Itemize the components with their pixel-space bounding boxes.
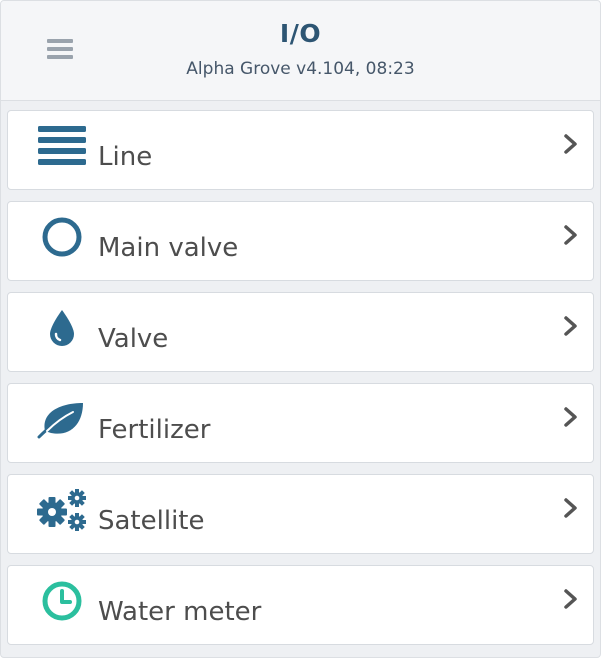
- item-label: Fertilizer: [98, 415, 211, 445]
- gears-icon: [36, 489, 88, 531]
- list-item-fertilizer[interactable]: Fertilizer: [7, 383, 594, 463]
- list-item-valve[interactable]: Valve: [7, 292, 594, 372]
- header: I/O Alpha Grove v4.104, 08:23: [1, 1, 600, 101]
- list-item-line[interactable]: Line: [7, 110, 594, 190]
- io-screen: I/O Alpha Grove v4.104, 08:23 Line Main …: [0, 0, 601, 658]
- line-list-icon: [36, 125, 88, 167]
- chevron-right-icon: [564, 225, 577, 245]
- leaf-icon: [36, 398, 88, 440]
- item-label: Main valve: [98, 233, 239, 263]
- io-list: Line Main valve Valve Fertilizer Satelli…: [1, 101, 600, 645]
- chevron-right-icon: [564, 589, 577, 609]
- hamburger-menu-icon[interactable]: [47, 39, 73, 59]
- water-drop-icon: [36, 307, 88, 349]
- clock-icon: [36, 580, 88, 622]
- item-label: Valve: [98, 324, 169, 354]
- list-item-satellite[interactable]: Satellite: [7, 474, 594, 554]
- chevron-right-icon: [564, 316, 577, 336]
- circle-ring-icon: [36, 216, 88, 258]
- item-label: Line: [98, 142, 153, 172]
- chevron-right-icon: [564, 407, 577, 427]
- chevron-right-icon: [564, 134, 577, 154]
- page-title: I/O: [279, 19, 322, 48]
- list-item-water-meter[interactable]: Water meter: [7, 565, 594, 645]
- chevron-right-icon: [564, 498, 577, 518]
- page-subtitle: Alpha Grove v4.104, 08:23: [186, 59, 415, 79]
- item-label: Water meter: [98, 597, 262, 627]
- list-item-main-valve[interactable]: Main valve: [7, 201, 594, 281]
- item-label: Satellite: [98, 506, 205, 536]
